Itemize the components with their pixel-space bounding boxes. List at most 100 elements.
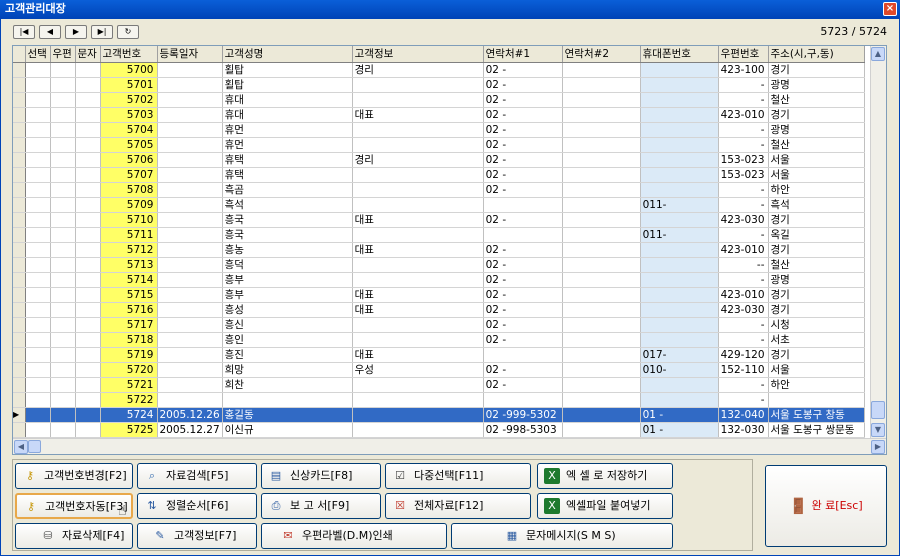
zipcode-cell[interactable]: 423-030 xyxy=(718,302,769,318)
checkbox-cell[interactable] xyxy=(25,377,51,393)
mobile-cell[interactable] xyxy=(640,317,719,333)
phone2-cell[interactable] xyxy=(562,302,641,318)
phone1-cell[interactable]: 02 - xyxy=(483,377,563,393)
mobile-cell[interactable] xyxy=(640,182,719,198)
zipcode-cell[interactable]: - xyxy=(718,197,769,213)
table-row[interactable]: 5706 휴택 경리 02 - 153-023 서울 xyxy=(13,152,865,168)
address-cell[interactable]: 하안 xyxy=(768,182,865,198)
mobile-cell[interactable] xyxy=(640,167,719,183)
address-cell[interactable]: 광명 xyxy=(768,122,865,138)
phone1-cell[interactable]: 02 - xyxy=(483,362,563,378)
customer-number-cell[interactable]: 5712 xyxy=(100,242,158,258)
date-cell[interactable] xyxy=(157,92,223,108)
phone2-cell[interactable] xyxy=(562,152,641,168)
delete-button[interactable]: ⛁ 자료삭제[F4] xyxy=(15,523,133,549)
customer-number-cell[interactable]: 5722 xyxy=(100,392,158,408)
zipcode-cell[interactable]: 423-010 xyxy=(718,242,769,258)
name-cell[interactable]: 흥덕 xyxy=(222,257,353,273)
table-row[interactable]: 5721 희찬 02 - - 하안 xyxy=(13,377,865,393)
row-indicator[interactable] xyxy=(13,392,26,408)
date-cell[interactable]: 2005.12.27 xyxy=(157,422,223,438)
table-row[interactable]: 5702 휴대 02 - - 철산 xyxy=(13,92,865,108)
row-indicator[interactable] xyxy=(13,212,26,228)
table-row[interactable]: 5711 흥국 011- - 옥길 xyxy=(13,227,865,243)
row-indicator[interactable] xyxy=(13,167,26,183)
info-cell[interactable] xyxy=(352,182,484,198)
phone2-cell[interactable] xyxy=(562,77,641,93)
scroll-up-icon[interactable]: ▲ xyxy=(871,47,885,61)
mobile-cell[interactable]: 017- xyxy=(640,347,719,363)
address-cell[interactable]: 서울 xyxy=(768,167,865,183)
phone1-cell[interactable]: 02 -998-5303 xyxy=(483,422,563,438)
checkbox-cell[interactable] xyxy=(25,92,51,108)
column-header[interactable]: 고객정보 xyxy=(352,46,484,63)
mobile-cell[interactable]: 011- xyxy=(640,227,719,243)
address-cell[interactable]: 경기 xyxy=(768,242,865,258)
row-indicator[interactable] xyxy=(13,362,26,378)
scroll-down-icon[interactable]: ▼ xyxy=(871,423,885,437)
checkbox-cell[interactable] xyxy=(25,122,51,138)
zipcode-cell[interactable]: 423-100 xyxy=(718,62,769,78)
address-cell[interactable]: 서초 xyxy=(768,332,865,348)
row-indicator[interactable] xyxy=(13,182,26,198)
table-row[interactable]: 5712 흥농 대표 02 - 423-010 경기 xyxy=(13,242,865,258)
zipcode-cell[interactable]: 423-010 xyxy=(718,107,769,123)
checkbox-cell[interactable] xyxy=(75,317,101,333)
table-row[interactable]: ▶ 5724 2005.12.26 홍길동 02 -999-5302 01 -132-04… xyxy=(13,407,865,423)
phone1-cell[interactable]: 02 - xyxy=(483,287,563,303)
checkbox-cell[interactable] xyxy=(75,287,101,303)
name-cell[interactable]: 흥국 xyxy=(222,212,353,228)
mobile-cell[interactable]: 011- xyxy=(640,197,719,213)
customer-grid[interactable]: 선택 우편 문자 고객번호 등록일자 고객성명 고객정보 연락처#1 연락처#2 휴대폰번호 우편번… xyxy=(12,45,887,455)
checkbox-cell[interactable] xyxy=(50,182,76,198)
zipcode-cell[interactable]: -- xyxy=(718,257,769,273)
address-cell[interactable]: 경기 xyxy=(768,287,865,303)
date-cell[interactable] xyxy=(157,182,223,198)
date-cell[interactable] xyxy=(157,167,223,183)
table-row[interactable]: 5710 흥국 대표 02 - 423-030 경기 xyxy=(13,212,865,228)
checkbox-cell[interactable] xyxy=(25,212,51,228)
table-row[interactable]: 5719 흥진 대표 017- 429-120 경기 xyxy=(13,347,865,363)
table-row[interactable]: 5725 2005.12.27 이신규 02 -998-5303 01 -132-030… xyxy=(13,422,865,438)
column-header[interactable]: 고객번호 xyxy=(100,46,158,63)
table-row[interactable]: 5709 흑석 011- - 흑석 xyxy=(13,197,865,213)
info-cell[interactable]: 대표 xyxy=(352,242,484,258)
checkbox-cell[interactable] xyxy=(25,182,51,198)
scroll-thumb[interactable] xyxy=(871,401,885,419)
scroll-left-icon[interactable]: ◀ xyxy=(14,440,28,454)
info-cell[interactable] xyxy=(352,377,484,393)
customer-number-cell[interactable]: 5724 xyxy=(100,407,158,423)
phone1-cell[interactable]: 02 - xyxy=(483,302,563,318)
name-cell[interactable]: 흥성 xyxy=(222,302,353,318)
zipcode-cell[interactable]: 429-120 xyxy=(718,347,769,363)
customer-number-cell[interactable]: 5721 xyxy=(100,377,158,393)
table-row[interactable]: 5701 횔탑 02 - - 광명 xyxy=(13,77,865,93)
checkbox-cell[interactable] xyxy=(25,167,51,183)
credit-card-button[interactable]: ▤ 신상카드[F8] xyxy=(261,463,381,489)
phone1-cell[interactable] xyxy=(483,347,563,363)
table-row[interactable]: 5705 휴먼 02 - - 철산 xyxy=(13,137,865,153)
next-record-button[interactable]: ▶ xyxy=(65,25,87,39)
info-cell[interactable]: 대표 xyxy=(352,347,484,363)
phone1-cell[interactable]: 02 - xyxy=(483,122,563,138)
column-header[interactable]: 휴대폰번호 xyxy=(640,46,719,63)
row-indicator[interactable] xyxy=(13,317,26,333)
customer-number-cell[interactable]: 5718 xyxy=(100,332,158,348)
mobile-cell[interactable] xyxy=(640,392,719,408)
customer-number-cell[interactable]: 5715 xyxy=(100,287,158,303)
phone1-cell[interactable] xyxy=(483,227,563,243)
checkbox-cell[interactable] xyxy=(75,392,101,408)
auto-number-button[interactable]: ⚷ 고객번호자동[F3] xyxy=(15,493,133,519)
checkbox-cell[interactable] xyxy=(75,152,101,168)
info-cell[interactable] xyxy=(352,392,484,408)
phone2-cell[interactable] xyxy=(562,197,641,213)
phone2-cell[interactable] xyxy=(562,137,641,153)
checkbox-cell[interactable] xyxy=(25,272,51,288)
info-cell[interactable]: 대표 xyxy=(352,302,484,318)
checkbox-cell[interactable] xyxy=(75,122,101,138)
zipcode-cell[interactable]: - xyxy=(718,377,769,393)
mobile-cell[interactable] xyxy=(640,137,719,153)
date-cell[interactable] xyxy=(157,317,223,333)
date-cell[interactable] xyxy=(157,272,223,288)
date-cell[interactable] xyxy=(157,137,223,153)
